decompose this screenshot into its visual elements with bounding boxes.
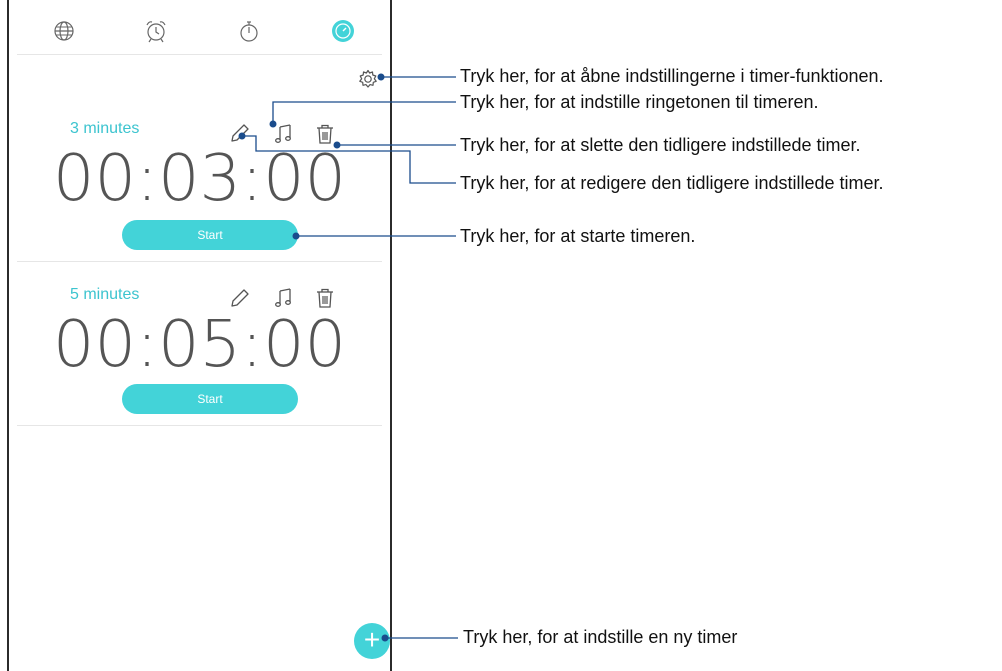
annotation-edit: Tryk her, for at redigere den tidligere … — [460, 173, 884, 193]
annotation-start: Tryk her, for at starte timeren. — [460, 226, 696, 246]
annotation-settings: Tryk her, for at åbne indstillingerne i … — [460, 66, 884, 86]
annotation-new-timer: Tryk her, for at indstille en ny timer — [463, 627, 738, 647]
annotation-delete: Tryk her, for at slette den tidligere in… — [460, 135, 861, 155]
annotation-ringtone: Tryk her, for at indstille ringetonen ti… — [460, 92, 819, 112]
